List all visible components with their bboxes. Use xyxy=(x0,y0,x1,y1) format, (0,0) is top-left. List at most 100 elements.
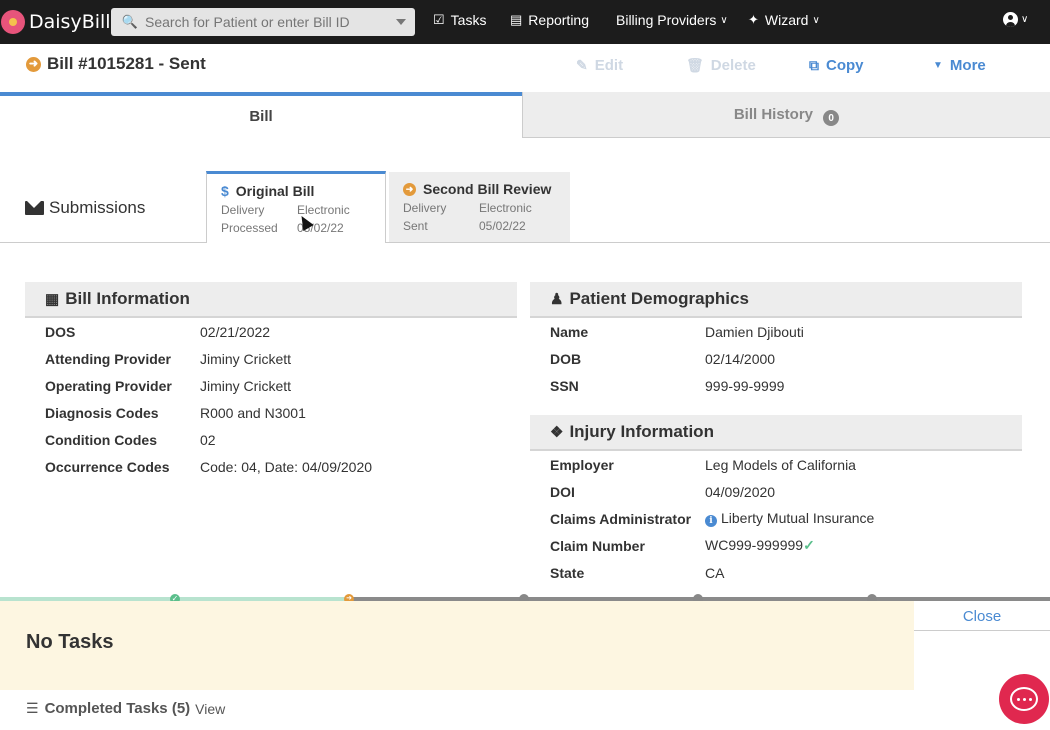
panel-header: ▦ Bill Information xyxy=(25,282,517,318)
edit-button[interactable]: ✎ Edit xyxy=(576,57,623,74)
info-value: Leg Models of California xyxy=(705,456,856,473)
submission-key: Delivery xyxy=(221,203,265,217)
claims-administrator-link[interactable]: i Liberty Mutual Insurance xyxy=(705,510,874,527)
info-key: SSN xyxy=(550,377,579,394)
daisy-logo-icon xyxy=(1,10,25,34)
search-input[interactable] xyxy=(145,14,385,30)
info-key: Employer xyxy=(550,456,614,473)
info-row: Occurrence Codes Code: 04, Date: 04/09/20… xyxy=(25,453,517,480)
injury-information-panel: ❖ Injury Information Employer Leg Models … xyxy=(530,415,1022,586)
panel-title: Injury Information xyxy=(569,422,714,441)
copy-button[interactable]: ⧉ Copy xyxy=(809,57,864,74)
user-icon xyxy=(1003,12,1018,27)
copy-label: Copy xyxy=(826,57,864,74)
submission-value: Electronic xyxy=(479,201,532,215)
chevron-down-icon: ∨ xyxy=(812,14,820,26)
main-tabs: Bill Bill History 0 xyxy=(0,92,1050,140)
top-navbar: DaisyBill 🔍 ☑ Tasks ▤ Reporting Billing … xyxy=(0,0,1050,44)
bill-information-panel: ▦ Bill Information DOS 02/21/2022 Attendi… xyxy=(25,282,517,480)
info-row: DOI 04/09/2020 xyxy=(530,478,1022,505)
user-menu[interactable]: ∨ xyxy=(1003,12,1028,27)
nav-wizard[interactable]: ✦ Wizard ∨ xyxy=(748,12,820,28)
chat-button[interactable] xyxy=(999,674,1049,724)
dollar-icon: $ xyxy=(221,183,229,199)
info-value: 02/21/2022 xyxy=(200,323,271,340)
nav-billing-providers[interactable]: Billing Providers ∨ xyxy=(616,12,728,28)
nav-reporting[interactable]: ▤ Reporting xyxy=(510,12,589,28)
logo[interactable]: DaisyBill xyxy=(0,8,111,36)
info-value: 02/14/2000 xyxy=(705,350,776,367)
claims-administrator-name: Liberty Mutual Insurance xyxy=(721,510,875,526)
arrow-circle-right-icon: ➜ xyxy=(26,56,41,72)
submissions-heading: Submissions xyxy=(25,198,145,218)
caret-down-icon: ▼ xyxy=(933,60,943,71)
list-icon: ☰ xyxy=(26,700,39,716)
more-button[interactable]: ▼ More xyxy=(933,57,986,74)
info-row: Condition Codes 02 xyxy=(25,426,517,453)
info-row: Operating Provider Jiminy Crickett xyxy=(25,372,517,399)
close-label: Close xyxy=(962,608,1002,625)
bandage-icon: ❖ xyxy=(550,424,564,441)
tab-bill-label: Bill xyxy=(249,108,273,125)
info-key: Name xyxy=(550,323,589,340)
submission-card-second-bill-review[interactable]: ➜ Second Bill Review Delivery Electronic… xyxy=(389,172,570,242)
info-row: Name Damien Djibouti xyxy=(530,318,1022,345)
delete-button[interactable]: 🗑 Delete xyxy=(686,57,756,74)
panel-header: ❖ Injury Information xyxy=(530,415,1022,451)
info-value: CA xyxy=(705,564,725,581)
search-box[interactable]: 🔍 xyxy=(111,8,415,36)
info-value: 999-99-9999 xyxy=(705,377,785,394)
info-row: Diagnosis Codes R000 and N3001 xyxy=(25,399,517,426)
info-key: State xyxy=(550,564,585,581)
chevron-down-icon: ∨ xyxy=(1021,14,1029,25)
info-key: Claim Number xyxy=(550,537,645,554)
panel-header: ♟ Patient Demographics xyxy=(530,282,1022,318)
chevron-down-icon[interactable] xyxy=(396,19,406,25)
submission-title: Original Bill xyxy=(235,183,315,199)
history-count-badge: 0 xyxy=(823,110,840,127)
view-link[interactable]: View xyxy=(195,701,225,717)
completed-tasks-label: Completed Tasks (5) xyxy=(44,700,191,717)
tab-bill-history-label: Bill History xyxy=(733,106,813,123)
chat-bubble-icon xyxy=(1010,687,1038,711)
nav-tasks[interactable]: ☑ Tasks xyxy=(433,12,486,28)
submissions-divider xyxy=(0,242,1050,243)
copy-icon: ⧉ xyxy=(809,57,819,73)
info-key: DOS xyxy=(45,323,76,340)
tab-bill-history[interactable]: Bill History 0 xyxy=(522,92,1050,138)
magic-wand-icon: ✦ xyxy=(748,12,759,27)
user-doctor-icon: ♟ xyxy=(550,291,564,308)
panel-title: Bill Information xyxy=(65,289,190,308)
info-key: Operating Provider xyxy=(45,377,172,394)
tab-bill[interactable]: Bill xyxy=(0,92,522,140)
info-value: WC999-999999✓ xyxy=(705,537,815,554)
search-icon: 🔍 xyxy=(121,14,139,29)
info-row: Claims Administrator i Liberty Mutual Ins… xyxy=(530,505,1022,532)
nav-reporting-label: Reporting xyxy=(528,12,589,28)
patient-demographics-panel: ♟ Patient Demographics Name Damien Djibou… xyxy=(530,282,1022,399)
arrow-circle-right-icon: ➜ xyxy=(403,182,416,196)
info-value: 04/09/2020 xyxy=(705,483,776,500)
envelope-icon xyxy=(25,201,44,215)
edit-label: Edit xyxy=(594,57,624,74)
submission-key: Sent xyxy=(403,219,428,233)
info-value: 02 xyxy=(200,431,216,448)
submission-value: 05/02/22 xyxy=(479,219,526,233)
submission-card-original-bill[interactable]: $ Original Bill Delivery Electronic Proc… xyxy=(206,171,386,243)
info-key: Attending Provider xyxy=(45,350,172,367)
nav-billing-providers-label: Billing Providers xyxy=(616,12,717,28)
claim-number: WC999-999999 xyxy=(705,537,804,553)
info-row: Claim Number WC999-999999✓ xyxy=(530,532,1022,559)
nav-tasks-label: Tasks xyxy=(450,12,487,28)
info-key: DOI xyxy=(550,483,575,500)
info-value: Code: 04, Date: 04/09/2020 xyxy=(200,458,373,475)
close-button[interactable]: Close xyxy=(914,601,1050,631)
info-value: Damien Djibouti xyxy=(705,323,804,340)
more-label: More xyxy=(949,57,986,74)
logo-text: DaisyBill xyxy=(29,11,111,33)
bar-chart-icon: ▤ xyxy=(510,12,523,27)
completed-tasks-toggle[interactable]: ☰ Completed Tasks (5) View xyxy=(26,700,225,717)
submissions-label: Submissions xyxy=(49,198,146,217)
info-value: Jiminy Crickett xyxy=(200,377,292,394)
chevron-down-icon: ∨ xyxy=(720,14,728,26)
